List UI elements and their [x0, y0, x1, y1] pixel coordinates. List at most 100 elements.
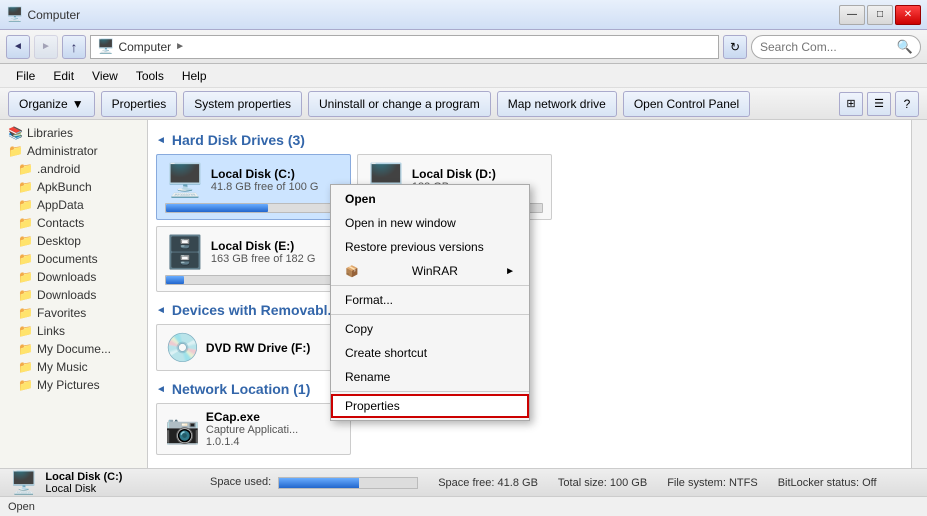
status-space-used: Space used:: [210, 476, 418, 488]
fs-label: File system:: [667, 477, 726, 489]
ctx-restore-versions[interactable]: Restore previous versions: [331, 235, 529, 259]
map-drive-button[interactable]: Map network drive: [497, 91, 617, 117]
sidebar: 📚 Libraries 📁 Administrator 📁 .android 📁…: [0, 120, 148, 468]
space-free-label: Space free:: [438, 477, 494, 489]
apkbunch-label: ApkBunch: [37, 180, 92, 194]
menu-file[interactable]: File: [8, 67, 43, 85]
organize-arrow: ▼: [72, 97, 84, 111]
desktop-icon: 📁: [18, 234, 33, 248]
winrar-arrow: ►: [505, 266, 515, 277]
system-properties-button[interactable]: System properties: [183, 91, 302, 117]
sidebar-item-libraries[interactable]: 📚 Libraries: [0, 124, 147, 142]
refresh-button[interactable]: ↻: [723, 35, 747, 59]
ctx-create-shortcut[interactable]: Create shortcut: [331, 341, 529, 365]
help-button[interactable]: ?: [895, 91, 919, 117]
close-button[interactable]: ✕: [895, 5, 921, 25]
sidebar-item-mypictures[interactable]: 📁 My Pictures: [0, 376, 147, 394]
view-toggle-button[interactable]: ⊞: [839, 92, 863, 116]
status-progress-bg: [278, 477, 418, 489]
title-bar-left: 🖥️ Computer: [6, 6, 80, 23]
sidebar-item-downloads1[interactable]: 📁 Downloads: [0, 268, 147, 286]
contacts-icon: 📁: [18, 216, 33, 230]
properties-button[interactable]: Properties: [101, 91, 178, 117]
sidebar-item-appdata[interactable]: 📁 AppData: [0, 196, 147, 214]
ctx-format[interactable]: Format...: [331, 288, 529, 312]
favorites-label: Favorites: [37, 306, 86, 320]
network-item[interactable]: 📷 ECap.exe Capture Applicati... 1.0.1.4: [156, 403, 351, 455]
appdata-label: AppData: [37, 198, 84, 212]
ctx-properties[interactable]: Properties: [331, 394, 529, 418]
hard-disk-label: Hard Disk Drives (3): [172, 132, 305, 148]
drive-e-progress-bg: [165, 275, 342, 285]
total-value: 100 GB: [610, 477, 647, 489]
status-bitlocker: BitLocker status: Off: [778, 477, 877, 489]
properties-label: Properties: [112, 97, 167, 111]
organize-button[interactable]: Organize ▼: [8, 91, 95, 117]
sidebar-item-downloads2[interactable]: 📁 Downloads: [0, 286, 147, 304]
menu-help[interactable]: Help: [174, 67, 215, 85]
sidebar-item-desktop[interactable]: 📁 Desktop: [0, 232, 147, 250]
context-menu: Open Open in new window Restore previous…: [330, 184, 530, 421]
mydoc-icon: 📁: [18, 342, 33, 356]
android-icon: 📁: [18, 162, 33, 176]
control-panel-button[interactable]: Open Control Panel: [623, 91, 750, 117]
bottom-status-text: Open: [8, 501, 35, 513]
sidebar-item-favorites[interactable]: 📁 Favorites: [0, 304, 147, 322]
mypictures-icon: 📁: [18, 378, 33, 392]
dvd-drive[interactable]: 💿 DVD RW Drive (F:): [156, 324, 351, 371]
sidebar-item-mydocuments[interactable]: 📁 My Docume...: [0, 340, 147, 358]
ctx-open-new-window[interactable]: Open in new window: [331, 211, 529, 235]
removable-label: Devices with Removabl...: [172, 302, 339, 318]
menu-edit[interactable]: Edit: [45, 67, 82, 85]
ctx-open[interactable]: Open: [331, 187, 529, 211]
status-space-free: Space free: 41.8 GB: [438, 477, 538, 489]
desktop-label: Desktop: [37, 234, 81, 248]
maximize-button[interactable]: □: [867, 5, 893, 25]
sidebar-item-mymusic[interactable]: 📁 My Music: [0, 358, 147, 376]
menu-view[interactable]: View: [84, 67, 126, 85]
organize-label: Organize: [19, 97, 68, 111]
ctx-sep3: [331, 391, 529, 392]
path-text: Computer: [118, 40, 171, 54]
drive-e-icon: 🗄️: [165, 233, 205, 271]
sidebar-item-contacts[interactable]: 📁 Contacts: [0, 214, 147, 232]
drive-c[interactable]: 🖥️ Local Disk (C:) 41.8 GB free of 100 G: [156, 154, 351, 220]
hard-disk-section[interactable]: Hard Disk Drives (3): [156, 132, 903, 148]
status-total: Total size: 100 GB: [558, 477, 647, 489]
drive-e[interactable]: 🗄️ Local Disk (E:) 163 GB free of 182 G: [156, 226, 351, 292]
sidebar-item-apkbunch[interactable]: 📁 ApkBunch: [0, 178, 147, 196]
drive-d-name: Local Disk (D:): [412, 167, 496, 181]
sidebar-item-administrator[interactable]: 📁 Administrator: [0, 142, 147, 160]
sidebar-item-links[interactable]: 📁 Links: [0, 322, 147, 340]
dvd-info: DVD RW Drive (F:): [206, 341, 310, 355]
fs-value: NTFS: [729, 477, 758, 489]
documents-label: Documents: [37, 252, 98, 266]
system-properties-label: System properties: [194, 97, 291, 111]
toolbar-right: ⊞ ☰ ?: [839, 91, 919, 117]
sidebar-item-android[interactable]: 📁 .android: [0, 160, 147, 178]
ctx-rename[interactable]: Rename: [331, 365, 529, 389]
drive-c-progress-bg: [165, 203, 342, 213]
network-icon: 📷: [165, 413, 200, 446]
search-input[interactable]: [751, 35, 921, 59]
menu-tools[interactable]: Tools: [128, 67, 172, 85]
minimize-button[interactable]: —: [839, 5, 865, 25]
menu-bar: File Edit View Tools Help: [0, 64, 927, 88]
network-sub: Capture Applicati...: [206, 424, 298, 436]
address-path[interactable]: 🖥️ Computer ►: [90, 35, 719, 59]
drive-e-name: Local Disk (E:): [211, 239, 316, 253]
ctx-sep2: [331, 314, 529, 315]
ctx-winrar[interactable]: 📦 WinRAR ►: [331, 259, 529, 283]
status-drive-icon: 🖥️: [10, 470, 37, 496]
sidebar-item-documents[interactable]: 📁 Documents: [0, 250, 147, 268]
back-button[interactable]: ◄: [6, 35, 30, 59]
scrollbar[interactable]: [911, 120, 927, 468]
forward-button[interactable]: ►: [34, 35, 58, 59]
uninstall-button[interactable]: Uninstall or change a program: [308, 91, 491, 117]
dvd-icon: 💿: [165, 331, 200, 364]
status-info: Local Disk (C:) Local Disk: [45, 471, 122, 495]
view-list-button[interactable]: ☰: [867, 92, 891, 116]
ctx-copy[interactable]: Copy: [331, 317, 529, 341]
path-arrow: ►: [175, 41, 185, 52]
up-button[interactable]: ↑: [62, 35, 86, 59]
